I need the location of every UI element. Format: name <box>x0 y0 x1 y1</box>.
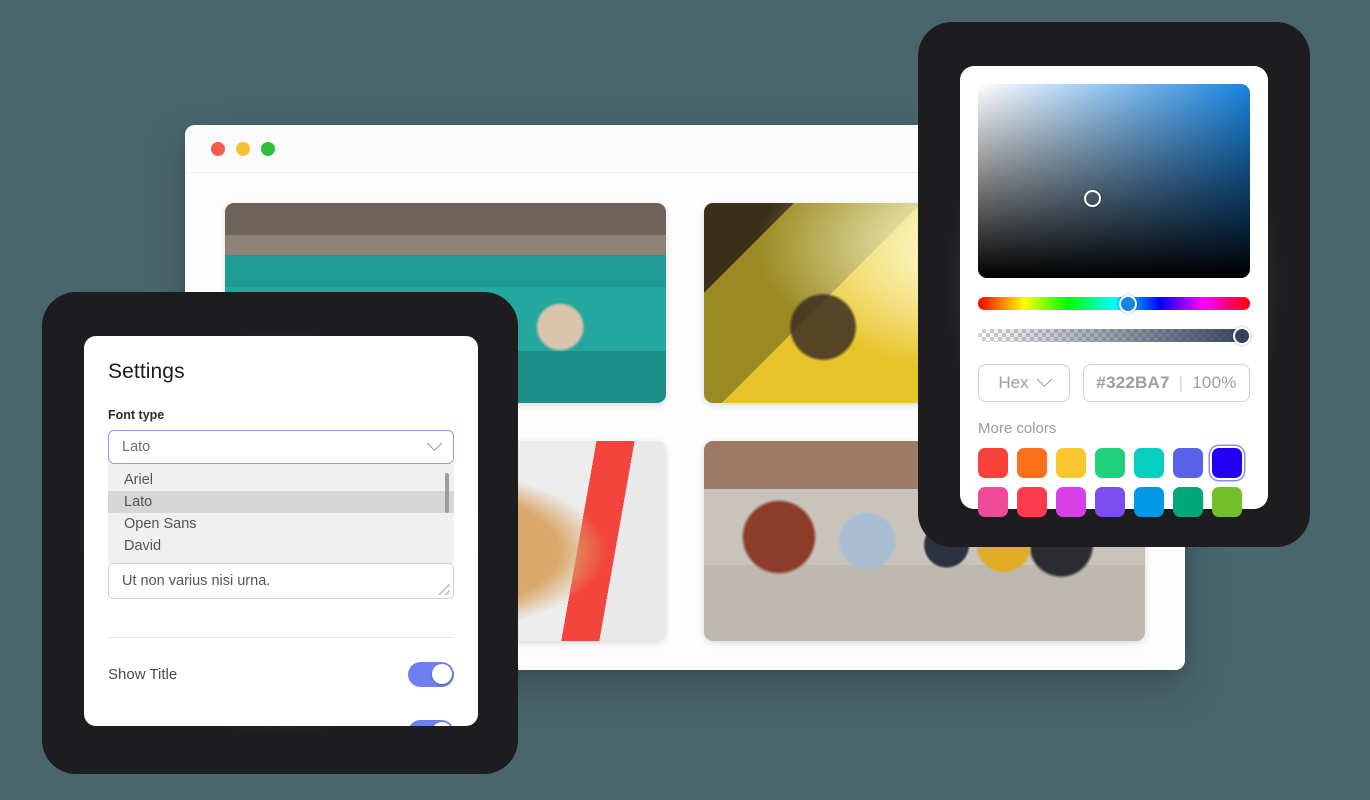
alpha-value-text: 100% <box>1192 373 1236 393</box>
color-swatch[interactable] <box>1173 487 1203 517</box>
color-swatch[interactable] <box>1212 487 1242 517</box>
dropdown-scrollbar[interactable] <box>445 473 449 513</box>
description-textarea[interactable]: Ut non varius nisi urna. <box>108 563 454 599</box>
color-mode-label: Hex <box>998 373 1028 393</box>
maximize-window-button[interactable] <box>261 142 275 156</box>
color-swatch[interactable] <box>1134 448 1164 478</box>
toggle-switch-show-description[interactable] <box>408 720 454 727</box>
color-swatch[interactable] <box>1134 487 1164 517</box>
color-swatch[interactable] <box>1017 448 1047 478</box>
more-colors-label: More colors <box>978 420 1250 437</box>
font-type-dropdown-list: ArielLatoOpen SansDavid <box>108 464 454 563</box>
chevron-down-icon <box>1036 371 1052 387</box>
color-swatch[interactable] <box>1173 448 1203 478</box>
alpha-slider-handle[interactable] <box>1233 327 1251 345</box>
color-swatch[interactable] <box>1056 487 1086 517</box>
settings-device-frame: Settings Font type Lato ArielLatoOpen Sa… <box>42 292 518 774</box>
resize-handle-icon[interactable] <box>439 584 450 595</box>
color-swatch[interactable] <box>978 487 1008 517</box>
font-type-select[interactable]: Lato <box>108 430 454 464</box>
hex-value-input[interactable]: #322BA7 | 100% <box>1083 364 1250 402</box>
color-swatch-row <box>978 448 1250 478</box>
color-swatch[interactable] <box>1095 448 1125 478</box>
alpha-slider[interactable] <box>978 329 1250 342</box>
color-mode-select[interactable]: Hex <box>978 364 1070 402</box>
divider <box>108 637 454 638</box>
toggle-label: Show Title <box>108 666 177 683</box>
hue-slider[interactable] <box>978 297 1250 310</box>
hue-slider-handle[interactable] <box>1119 295 1137 313</box>
minimize-window-button[interactable] <box>236 142 250 156</box>
font-option-lato[interactable]: Lato <box>108 491 454 513</box>
color-picker-device-frame: Hex #322BA7 | 100% More colors <box>918 22 1310 547</box>
color-swatch-row <box>978 487 1250 517</box>
color-swatch[interactable] <box>978 448 1008 478</box>
color-swatch[interactable] <box>1095 487 1125 517</box>
stage: Hex #322BA7 | 100% More colors Settings … <box>0 0 1370 800</box>
font-type-selected-value: Lato <box>122 439 150 455</box>
chevron-down-icon <box>427 435 443 451</box>
toggle-knob <box>432 664 452 684</box>
color-swatch[interactable] <box>1056 448 1086 478</box>
description-text: Ut non varius nisi urna. <box>122 573 270 589</box>
toggle-row: Show Description <box>108 710 454 726</box>
color-inputs-row: Hex #322BA7 | 100% <box>978 364 1250 402</box>
font-option-ariel[interactable]: Ariel <box>108 469 454 491</box>
toggle-switch-show-title[interactable] <box>408 662 454 687</box>
font-type-label: Font type <box>108 408 454 422</box>
settings-panel: Settings Font type Lato ArielLatoOpen Sa… <box>84 336 478 726</box>
color-swatch[interactable] <box>1212 448 1242 478</box>
close-window-button[interactable] <box>211 142 225 156</box>
color-swatch[interactable] <box>1017 487 1047 517</box>
toggle-knob <box>432 722 452 726</box>
page-title: Settings <box>108 360 454 384</box>
font-option-david[interactable]: David <box>108 535 454 557</box>
saturation-value-handle[interactable] <box>1084 190 1101 207</box>
hex-value-text: #322BA7 <box>1096 373 1169 393</box>
toggle-row: Show Title <box>108 652 454 696</box>
color-picker-panel: Hex #322BA7 | 100% More colors <box>960 66 1268 509</box>
toggle-label: Show Description <box>108 724 225 727</box>
toggle-list: Show Title Show Description <box>108 652 454 726</box>
hex-alpha-separator: | <box>1179 373 1184 393</box>
saturation-value-area[interactable] <box>978 84 1250 278</box>
font-option-open-sans[interactable]: Open Sans <box>108 513 454 535</box>
